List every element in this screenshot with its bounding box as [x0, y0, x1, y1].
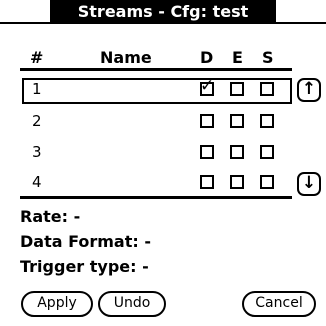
row-3-e-checkbox[interactable]	[230, 145, 244, 159]
column-header-e: E	[232, 48, 243, 67]
scroll-up-icon[interactable]: ↑	[297, 78, 321, 102]
row-2-d-checkbox[interactable]	[200, 114, 214, 128]
row-2-s-checkbox[interactable]	[260, 114, 274, 128]
scroll-down-icon[interactable]: ↓	[297, 172, 321, 196]
row-2-e-checkbox[interactable]	[230, 114, 244, 128]
undo-button[interactable]: Undo	[98, 291, 166, 317]
column-header-d: D	[200, 48, 214, 67]
row-1-s-checkbox[interactable]	[260, 82, 274, 96]
row-4-s-checkbox[interactable]	[260, 175, 274, 189]
table-top-rule	[20, 68, 292, 71]
row-number: 3	[32, 143, 42, 161]
apply-button[interactable]: Apply	[21, 291, 93, 317]
row-4-e-checkbox[interactable]	[230, 175, 244, 189]
row-number: 4	[32, 173, 42, 191]
row-4-d-checkbox[interactable]	[200, 175, 214, 189]
data-format-label: Data Format: -	[20, 232, 151, 251]
column-header-name: Name	[100, 48, 152, 67]
check-icon: ✓	[200, 76, 215, 96]
window-title: Streams - Cfg: test	[0, 0, 326, 24]
row-1-d-checkbox[interactable]: ✓	[200, 77, 214, 96]
row-1-e-checkbox[interactable]	[230, 82, 244, 96]
trigger-type-label: Trigger type: -	[20, 257, 149, 276]
table-row-4[interactable]: 4	[22, 171, 292, 197]
cancel-button[interactable]: Cancel	[242, 291, 316, 317]
row-number: 2	[32, 112, 42, 130]
column-header-number: #	[30, 48, 44, 67]
table-bottom-rule	[20, 196, 292, 199]
row-3-d-checkbox[interactable]	[200, 145, 214, 159]
table-row-3[interactable]: 3	[22, 141, 292, 167]
row-3-s-checkbox[interactable]	[260, 145, 274, 159]
row-number: 1	[32, 80, 42, 98]
table-row-2[interactable]: 2	[22, 110, 292, 136]
table-row-1[interactable]: 1 ✓	[22, 77, 292, 104]
rate-label: Rate: -	[20, 207, 81, 226]
column-header-s: S	[262, 48, 274, 67]
